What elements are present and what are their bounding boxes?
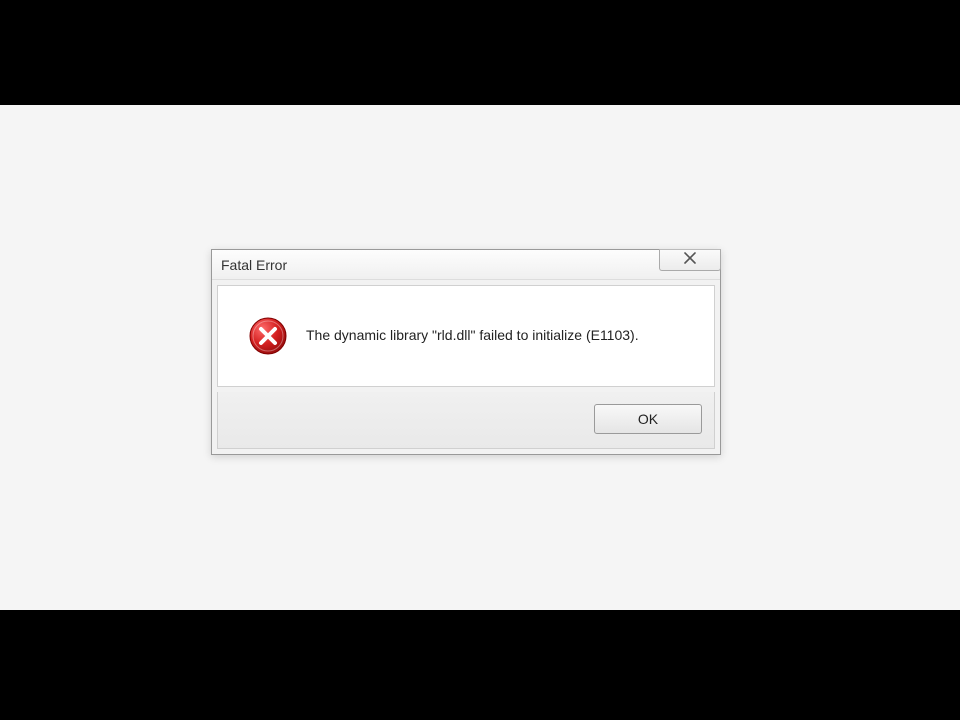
error-dialog: Fatal Error xyxy=(211,249,721,455)
error-icon xyxy=(248,316,288,356)
dialog-titlebar: Fatal Error xyxy=(212,250,720,280)
ok-button[interactable]: OK xyxy=(594,404,702,434)
close-icon xyxy=(683,251,697,269)
dialog-title: Fatal Error xyxy=(221,257,287,273)
dialog-content: The dynamic library "rld.dll" failed to … xyxy=(217,285,715,387)
close-button[interactable] xyxy=(659,249,721,271)
dialog-button-row: OK xyxy=(217,392,715,449)
error-message: The dynamic library "rld.dll" failed to … xyxy=(306,326,639,346)
